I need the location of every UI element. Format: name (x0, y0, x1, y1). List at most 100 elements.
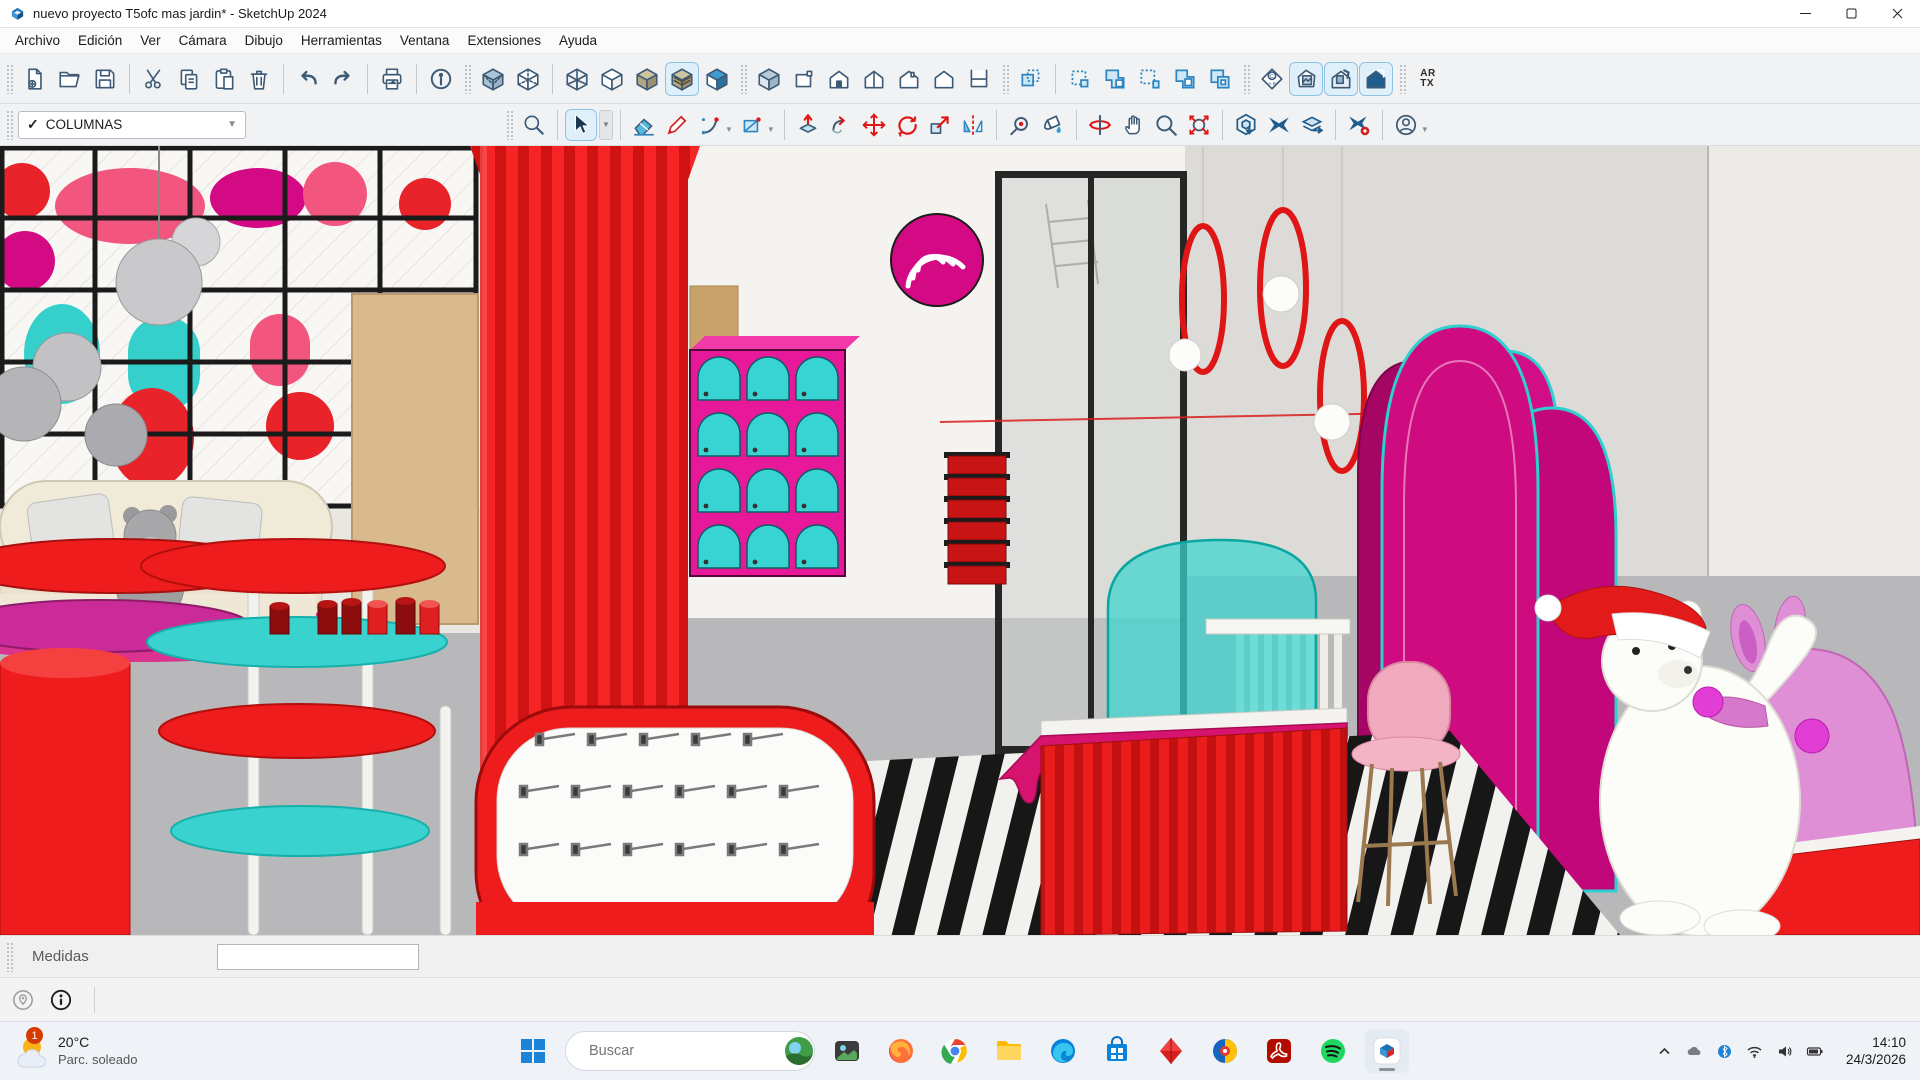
push-pull-button[interactable] (792, 109, 824, 141)
color-sphere-app-taskbar-button[interactable] (1203, 1029, 1247, 1073)
save-button[interactable] (88, 62, 122, 96)
redo-button[interactable] (326, 62, 360, 96)
toolbar-grip[interactable] (1399, 64, 1408, 94)
copy-button[interactable] (172, 62, 206, 96)
cut-scissors-button[interactable] (137, 62, 171, 96)
toolbar-grip[interactable] (6, 64, 15, 94)
select-arrow-dropdown-button[interactable]: ▼ (599, 110, 613, 140)
extension-warehouse-button[interactable] (1263, 109, 1295, 141)
toolbar-grip[interactable] (506, 110, 515, 140)
style-xray-button[interactable] (476, 62, 510, 96)
file-explorer-taskbar-button[interactable] (987, 1029, 1031, 1073)
credits-button[interactable] (46, 985, 76, 1015)
menu-archivo[interactable]: Archivo (6, 30, 69, 51)
menu-dibujo[interactable]: Dibujo (236, 30, 292, 51)
edge-taskbar-button[interactable] (1041, 1029, 1085, 1073)
menu-herramientas[interactable]: Herramientas (292, 30, 391, 51)
view-back-button[interactable] (892, 62, 926, 96)
red-diamond-app-taskbar-button[interactable] (1149, 1029, 1193, 1073)
select-dashed-button[interactable] (1063, 62, 1097, 96)
orbit-tool-button[interactable] (1084, 109, 1116, 141)
undo-button[interactable] (291, 62, 325, 96)
acrobat-taskbar-button[interactable] (1257, 1029, 1301, 1073)
toolbar-grip[interactable] (6, 110, 15, 140)
paint-bucket-button[interactable] (1037, 109, 1069, 141)
onedrive-cloud-tray-button[interactable] (1682, 1038, 1708, 1064)
style-wireframe-button[interactable] (560, 62, 594, 96)
view-bottom-button[interactable] (962, 62, 996, 96)
style-back-edges-button[interactable] (511, 62, 545, 96)
flip-tool-button[interactable] (957, 109, 989, 141)
rectangle-tool-button[interactable] (736, 109, 768, 141)
open-folder-button[interactable] (53, 62, 87, 96)
select-dashed-small-button[interactable] (1133, 62, 1167, 96)
arc-tool-button[interactable] (694, 109, 726, 141)
measures-input[interactable] (217, 944, 419, 970)
start-button[interactable] (511, 1029, 555, 1073)
firefox-taskbar-button[interactable] (879, 1029, 923, 1073)
style-shaded-button[interactable] (630, 62, 664, 96)
delete-trash-button[interactable] (242, 62, 276, 96)
share-model-button[interactable] (1296, 109, 1328, 141)
extension-manager-button[interactable] (1343, 109, 1375, 141)
weather-widget[interactable]: 1 20°C Parc. soleado (10, 1031, 138, 1071)
toolbar-grip[interactable] (1002, 64, 1011, 94)
view-left-button[interactable] (927, 62, 961, 96)
menu-ver[interactable]: Ver (131, 30, 169, 51)
view-iso-button[interactable] (752, 62, 786, 96)
paste-button[interactable] (207, 62, 241, 96)
select-overlap-button[interactable] (1014, 62, 1048, 96)
pencil-button[interactable] (661, 109, 693, 141)
maximize-button[interactable] (1828, 0, 1874, 27)
house-photo-button[interactable] (1289, 62, 1323, 96)
geolocation-button[interactable] (8, 985, 38, 1015)
minimize-button[interactable] (1782, 0, 1828, 27)
tape-measure-button[interactable] (1004, 109, 1036, 141)
compass-ab-button[interactable]: CA·B (1255, 62, 1289, 96)
bluetooth-dot-tray-button[interactable] (1712, 1038, 1738, 1064)
view-top-button[interactable] (787, 62, 821, 96)
close-button[interactable] (1874, 0, 1920, 27)
menu-edicion[interactable]: Edición (69, 30, 131, 51)
battery-tray-button[interactable] (1802, 1038, 1828, 1064)
style-textured-button[interactable] (665, 62, 699, 96)
house-arrow-button[interactable] (1324, 62, 1358, 96)
follow-me-button[interactable] (825, 109, 857, 141)
zoom-tool-button[interactable] (1150, 109, 1182, 141)
chevron-up-tray-button[interactable] (1652, 1038, 1678, 1064)
search-tool-button[interactable] (518, 109, 550, 141)
select-arrow-button[interactable] (565, 109, 597, 141)
rectangle-tool-dropdown-caret[interactable]: ▼ (767, 125, 775, 134)
artx-text-button[interactable]: ARTX (1411, 62, 1445, 96)
search-input[interactable] (589, 1043, 776, 1059)
view-front-button[interactable] (822, 62, 856, 96)
new-document-button[interactable] (18, 62, 52, 96)
select-l-shape-button[interactable] (1098, 62, 1132, 96)
account-dropdown-caret[interactable]: ▼ (1421, 125, 1429, 134)
rotate-tool-button[interactable] (891, 109, 923, 141)
arc-tool-dropdown-caret[interactable]: ▼ (725, 125, 733, 134)
select-pair-filled-button[interactable] (1203, 62, 1237, 96)
toolbar-grip[interactable] (464, 64, 473, 94)
eraser-button[interactable] (628, 109, 660, 141)
toolbar-grip[interactable] (740, 64, 749, 94)
print-button[interactable] (375, 62, 409, 96)
toolbar-grip[interactable] (1243, 64, 1252, 94)
wifi-tray-button[interactable] (1742, 1038, 1768, 1064)
style-hidden-line-button[interactable] (595, 62, 629, 96)
select-pair-button[interactable] (1168, 62, 1202, 96)
model-info-button[interactable] (424, 62, 458, 96)
warehouse-3d-button[interactable] (1230, 109, 1262, 141)
tag-dropdown[interactable]: ✓ COLUMNAS ▼ (18, 111, 246, 139)
measures-grip[interactable] (6, 942, 15, 972)
account-button[interactable] (1390, 109, 1422, 141)
pan-tool-button[interactable] (1117, 109, 1149, 141)
style-monochrome-button[interactable] (700, 62, 734, 96)
zoom-extents-button[interactable] (1183, 109, 1215, 141)
scale-tool-button[interactable] (924, 109, 956, 141)
taskbar-clock[interactable]: 14:10 24/3/2026 (1840, 1032, 1912, 1070)
menu-camara[interactable]: Cámara (170, 30, 236, 51)
viewport-3d[interactable] (0, 146, 1920, 935)
house-solid-button[interactable] (1359, 62, 1393, 96)
menu-ventana[interactable]: Ventana (391, 30, 459, 51)
